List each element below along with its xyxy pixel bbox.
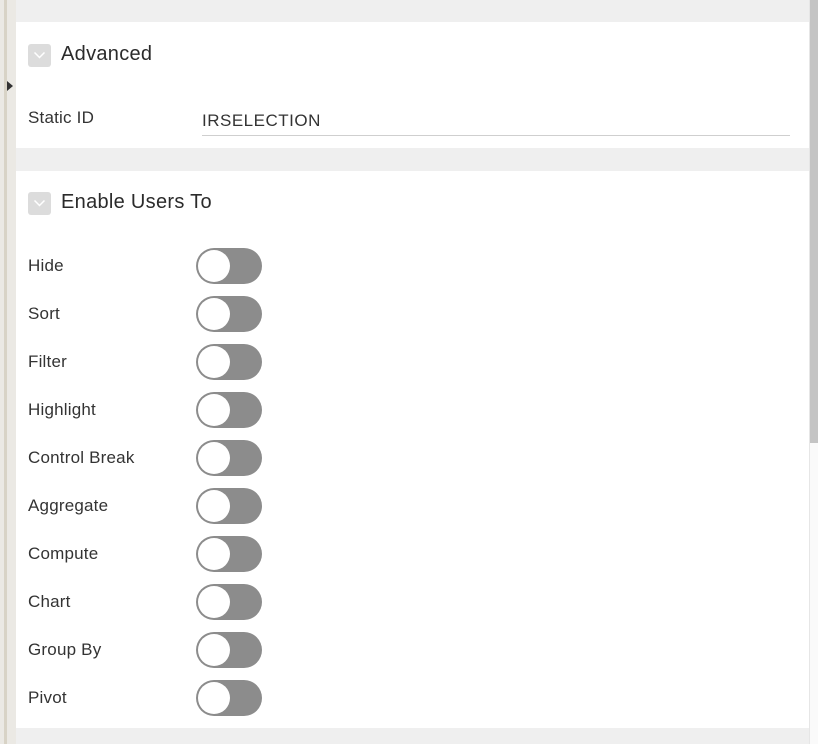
collapse-enable-users-button[interactable] [28, 192, 51, 215]
rail-divider [4, 0, 7, 744]
left-rail [0, 0, 16, 744]
chevron-down-icon [34, 200, 45, 207]
option-label-group-by: Group By [28, 640, 102, 659]
toggle-knob [198, 538, 230, 570]
option-label-pivot: Pivot [28, 688, 67, 707]
toggle-hide[interactable] [196, 248, 262, 284]
toggle-knob [198, 346, 230, 378]
toggle-knob [198, 442, 230, 474]
static-id-input[interactable] [202, 107, 790, 136]
toggle-compute[interactable] [196, 536, 262, 572]
section-title-enable-users: Enable Users To [61, 191, 212, 213]
option-label-chart: Chart [28, 592, 71, 611]
static-id-label: Static ID [28, 108, 95, 127]
toggle-knob [198, 298, 230, 330]
toggle-knob [198, 490, 230, 522]
toggle-aggregate[interactable] [196, 488, 262, 524]
collapse-advanced-button[interactable] [28, 44, 51, 67]
option-label-hide: Hide [28, 256, 64, 275]
section-separator [16, 0, 809, 22]
option-label-compute: Compute [28, 544, 99, 563]
toggle-sort[interactable] [196, 296, 262, 332]
toggle-knob [198, 586, 230, 618]
toggle-pivot[interactable] [196, 680, 262, 716]
option-label-control-break: Control Break [28, 448, 135, 467]
toggle-highlight[interactable] [196, 392, 262, 428]
toggle-chart[interactable] [196, 584, 262, 620]
option-label-filter: Filter [28, 352, 67, 371]
toggle-knob [198, 682, 230, 714]
chevron-down-icon [34, 52, 45, 59]
section-separator [16, 728, 809, 744]
option-label-highlight: Highlight [28, 400, 96, 419]
toggle-knob [198, 250, 230, 282]
enable-users-section: Enable Users To Hide Sort Filter Highlig… [16, 171, 809, 728]
toggle-group-by[interactable] [196, 632, 262, 668]
expand-arrow-icon[interactable] [7, 81, 13, 91]
toggle-knob [198, 394, 230, 426]
section-separator [16, 148, 809, 171]
scrollbar-thumb[interactable] [810, 0, 818, 443]
option-label-aggregate: Aggregate [28, 496, 109, 515]
advanced-section: Advanced Static ID [16, 22, 809, 148]
section-title-advanced: Advanced [61, 43, 153, 65]
toggle-control-break[interactable] [196, 440, 262, 476]
toggle-knob [198, 634, 230, 666]
toggle-filter[interactable] [196, 344, 262, 380]
option-label-sort: Sort [28, 304, 60, 323]
